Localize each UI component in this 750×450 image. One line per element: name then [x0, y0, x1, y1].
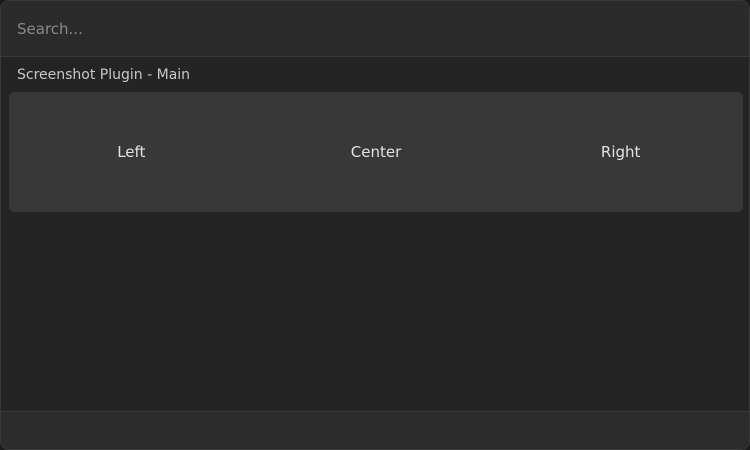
grid-item-center[interactable]: Center [254, 92, 499, 212]
search-input[interactable] [17, 1, 733, 57]
grid-row: Left Center Right [9, 92, 743, 212]
search-bar [1, 1, 749, 57]
footer-bar [1, 411, 749, 449]
section-title: Screenshot Plugin - Main [17, 67, 191, 83]
grid-item-right[interactable]: Right [498, 92, 743, 212]
launcher-window: Screenshot Plugin - Main Left Center Rig… [0, 0, 750, 450]
grid-item-left[interactable]: Left [9, 92, 254, 212]
